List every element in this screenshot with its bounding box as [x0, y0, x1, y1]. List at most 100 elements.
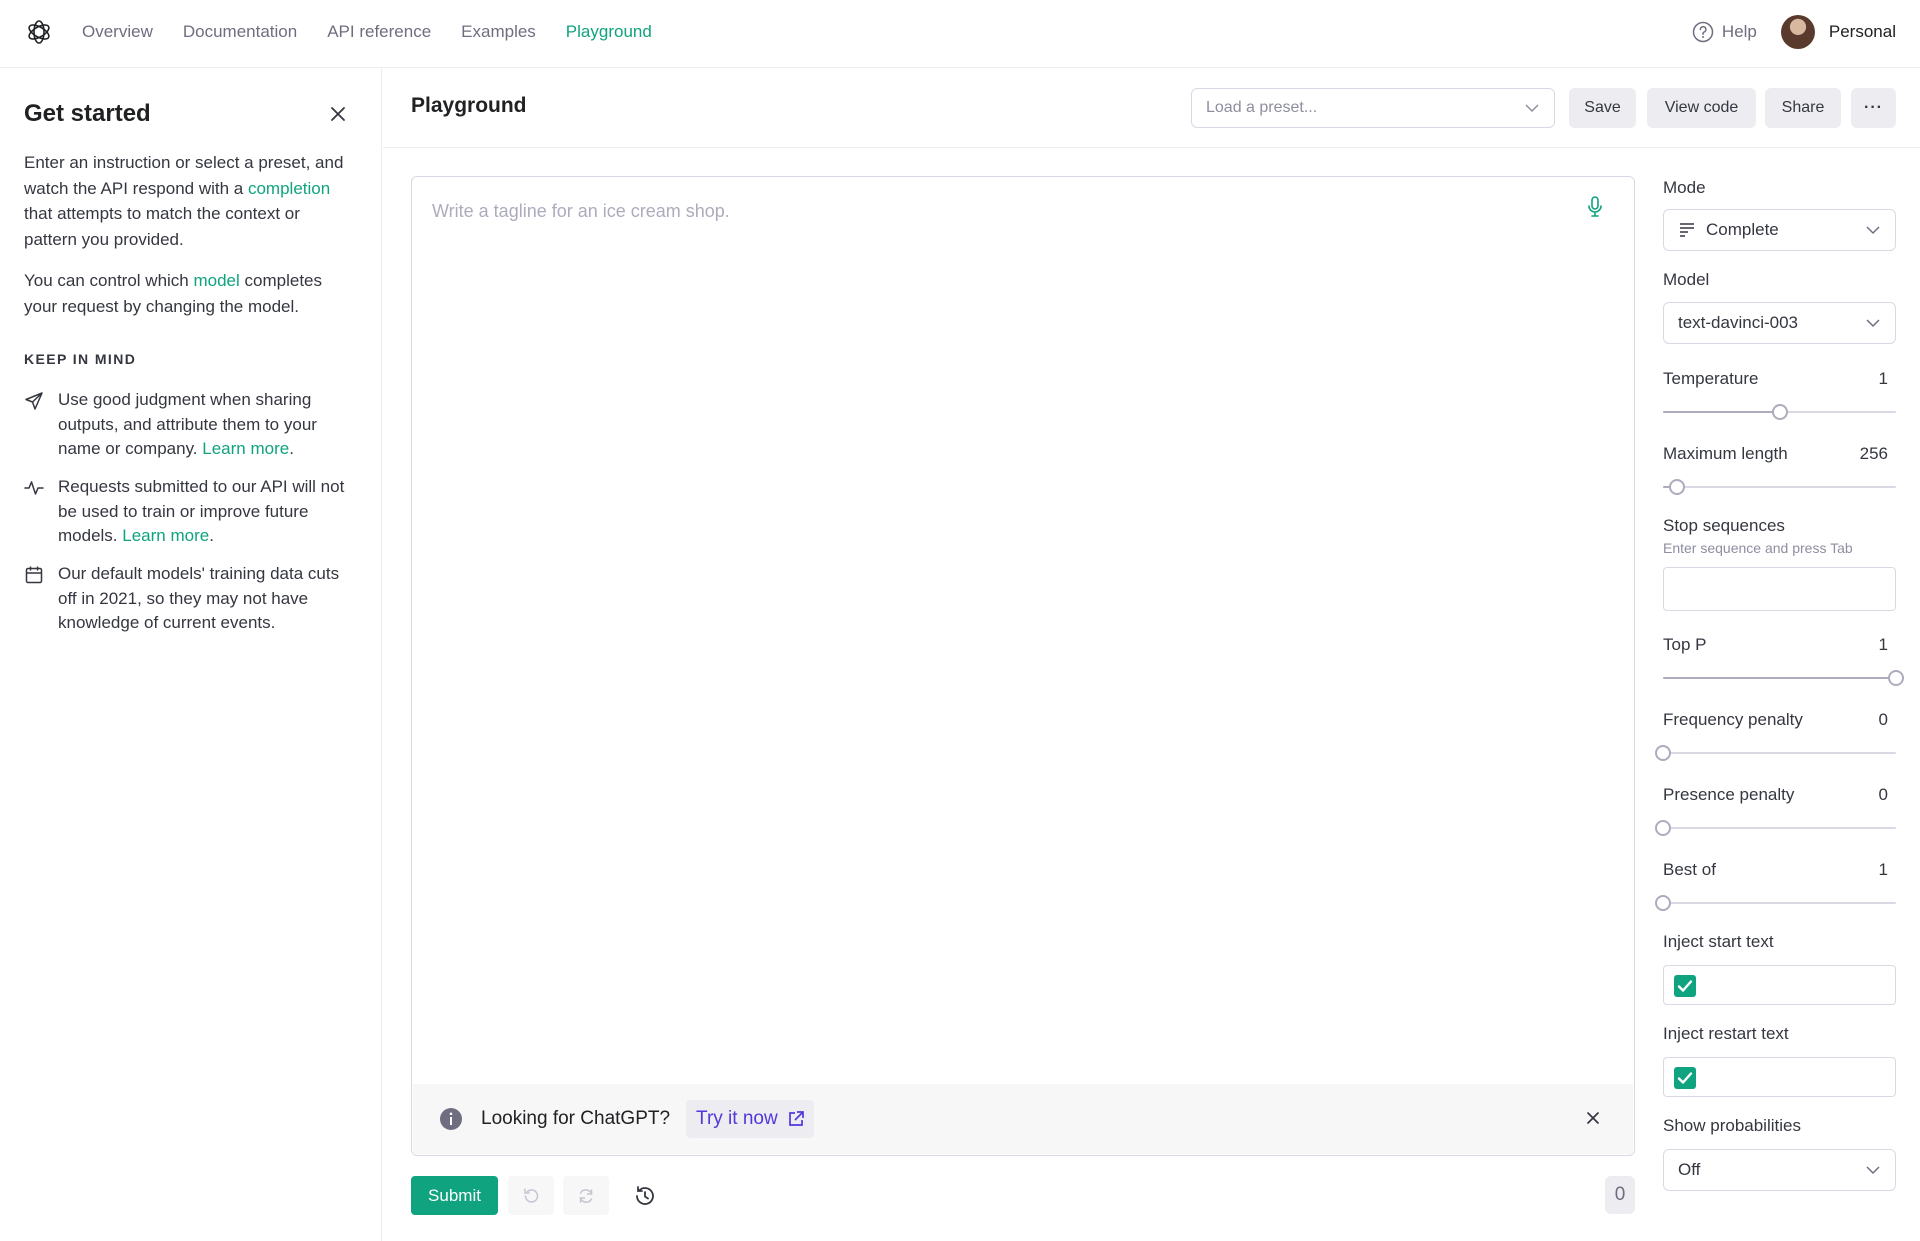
inject-start-field[interactable] — [1663, 965, 1896, 1005]
view-code-button[interactable]: View code — [1647, 88, 1756, 128]
help-icon — [1692, 21, 1714, 43]
help-label: Help — [1721, 22, 1757, 41]
banner-close-icon[interactable] — [1583, 1108, 1603, 1128]
try-it-now-label: Try it now — [696, 1108, 778, 1129]
nav-api-reference[interactable]: API reference — [327, 22, 431, 42]
slider-track — [1663, 752, 1896, 754]
help-link[interactable]: Help — [1692, 21, 1757, 43]
nav-examples[interactable]: Examples — [461, 22, 536, 42]
mode-value: Complete — [1706, 220, 1779, 239]
nav-documentation[interactable]: Documentation — [183, 22, 297, 42]
preset-placeholder: Load a preset... — [1206, 99, 1318, 116]
account-name[interactable]: Personal — [1829, 22, 1896, 42]
top-nav: Overview Documentation API reference Exa… — [0, 0, 1920, 68]
calendar-icon — [25, 566, 43, 584]
inject-start-checkbox[interactable] — [1674, 975, 1696, 997]
slider-thumb[interactable] — [1655, 820, 1671, 836]
undo-button[interactable] — [508, 1176, 554, 1215]
chevron-down-icon — [1866, 226, 1880, 235]
learn-more-link-1[interactable]: Learn more — [202, 439, 289, 458]
regenerate-button[interactable] — [563, 1176, 609, 1215]
history-button[interactable] — [622, 1176, 668, 1215]
slider-fill — [1663, 677, 1896, 679]
chevron-down-icon — [1525, 104, 1539, 113]
frequency-penalty-label: Frequency penalty — [1663, 710, 1803, 729]
complete-mode-icon — [1680, 223, 1694, 237]
slider-thumb[interactable] — [1655, 745, 1671, 761]
slider-track — [1663, 486, 1896, 488]
top-p-value[interactable]: 1 — [1879, 635, 1888, 655]
preset-select[interactable]: Load a preset... — [1191, 88, 1555, 128]
inject-restart-field[interactable] — [1663, 1057, 1896, 1097]
temperature-label: Temperature — [1663, 369, 1759, 388]
tip-cutoff-text: Our default models' training data cuts o… — [58, 564, 340, 632]
send-icon — [25, 392, 43, 410]
sidebar-intro-2: You can control which model completes yo… — [24, 268, 354, 319]
model-value: text-davinci-003 — [1678, 313, 1799, 332]
save-button[interactable]: Save — [1569, 88, 1636, 128]
chatgpt-banner: Looking for ChatGPT? Try it now — [413, 1084, 1633, 1154]
completion-link[interactable]: completion — [248, 179, 330, 198]
learn-more-link-2[interactable]: Learn more — [122, 526, 209, 545]
more-options-button[interactable]: ··· — [1851, 88, 1896, 128]
top-p-label: Top P — [1663, 635, 1707, 654]
prompt-editor[interactable]: Write a tagline for an ice cream shop. L… — [411, 176, 1635, 1156]
tip-sharing: Use good judgment when sharing outputs, … — [24, 388, 364, 462]
mode-select[interactable]: Complete — [1663, 209, 1896, 251]
temperature-slider[interactable] — [1663, 404, 1896, 420]
model-select[interactable]: text-davinci-003 — [1663, 302, 1896, 344]
prompt-placeholder: Write a tagline for an ice cream shop. — [432, 201, 730, 221]
get-started-sidebar: Get started Enter an instruction or sele… — [0, 68, 382, 1241]
try-it-now-link[interactable]: Try it now — [686, 1100, 814, 1138]
show-probabilities-label: Show probabilities — [1663, 1116, 1801, 1135]
close-icon[interactable] — [326, 102, 350, 126]
tip-sharing-text: Use good judgment when sharing outputs, … — [58, 388, 358, 462]
presence-penalty-label: Presence penalty — [1663, 785, 1795, 804]
top-p-slider[interactable] — [1663, 670, 1904, 686]
frequency-penalty-value[interactable]: 0 — [1879, 710, 1888, 730]
tip-training-text: Requests submitted to our API will not b… — [58, 475, 358, 549]
info-icon — [440, 1108, 462, 1130]
max-length-value[interactable]: 256 — [1860, 444, 1888, 464]
best-of-slider[interactable] — [1655, 895, 1896, 911]
intro-1-text-b: that attempts to match the context or pa… — [24, 204, 300, 249]
model-link[interactable]: model — [193, 271, 239, 290]
tip-sharing-period: . — [289, 439, 294, 458]
slider-thumb[interactable] — [1888, 670, 1904, 686]
frequency-penalty-slider[interactable] — [1655, 745, 1896, 761]
header-divider — [383, 147, 1920, 148]
slider-thumb[interactable] — [1669, 479, 1685, 495]
presence-penalty-value[interactable]: 0 — [1879, 785, 1888, 805]
inject-restart-checkbox[interactable] — [1674, 1067, 1696, 1089]
token-counter: 0 — [1605, 1176, 1635, 1214]
avatar[interactable] — [1780, 15, 1815, 49]
keep-in-mind-heading: KEEP IN MIND — [24, 351, 137, 367]
openai-logo-icon[interactable] — [24, 17, 54, 47]
best-of-label: Best of — [1663, 860, 1716, 879]
inject-start-label: Inject start text — [1663, 932, 1774, 951]
nav-links: Overview Documentation API reference Exa… — [82, 0, 652, 64]
temperature-value[interactable]: 1 — [1879, 369, 1888, 389]
show-probabilities-select[interactable]: Off — [1663, 1149, 1896, 1191]
nav-playground[interactable]: Playground — [566, 22, 652, 42]
chevron-down-icon — [1866, 1166, 1880, 1175]
stop-sequences-input[interactable] — [1663, 567, 1896, 611]
slider-thumb[interactable] — [1772, 404, 1788, 420]
max-length-slider[interactable] — [1663, 479, 1896, 495]
nav-overview[interactable]: Overview — [82, 22, 153, 42]
stop-sequences-label: Stop sequences — [1663, 516, 1785, 535]
inject-restart-label: Inject restart text — [1663, 1024, 1789, 1043]
model-label: Model — [1663, 270, 1710, 289]
intro-2-text-a: You can control which — [24, 271, 194, 290]
share-button[interactable]: Share — [1765, 88, 1841, 128]
tip-training: Requests submitted to our API will not b… — [24, 475, 364, 549]
mode-label: Mode — [1663, 178, 1706, 197]
submit-button[interactable]: Submit — [411, 1176, 498, 1215]
presence-penalty-slider[interactable] — [1655, 820, 1896, 836]
nav-right: Help Personal — [1692, 0, 1896, 64]
best-of-value[interactable]: 1 — [1879, 860, 1888, 880]
microphone-icon[interactable] — [1584, 195, 1606, 219]
checkmark-icon — [1677, 1072, 1693, 1084]
slider-thumb[interactable] — [1655, 895, 1671, 911]
tip-cutoff: Our default models' training data cuts o… — [24, 562, 364, 636]
